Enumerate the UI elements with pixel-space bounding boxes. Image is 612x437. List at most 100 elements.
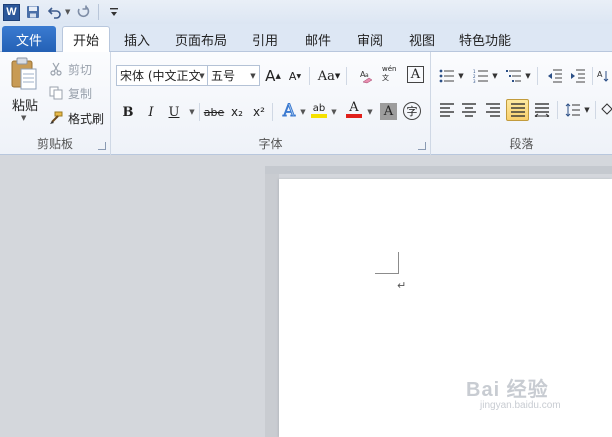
redo-icon[interactable] xyxy=(74,3,92,21)
format-painter-label: 格式刷 xyxy=(68,111,105,126)
undo-dropdown-icon[interactable]: ▼ xyxy=(65,8,70,16)
clear-formatting-icon: Aa xyxy=(360,70,373,84)
tab-mailings[interactable]: 邮件 xyxy=(298,26,338,52)
scissors-icon xyxy=(48,61,64,77)
font-launcher-icon[interactable] xyxy=(418,142,426,150)
clipboard-group-label: 剪贴板 xyxy=(36,137,73,151)
paste-dropdown-icon[interactable]: ▼ xyxy=(21,114,26,122)
line-spacing-dropdown-icon[interactable]: ▼ xyxy=(583,100,591,120)
bullets-dropdown-icon[interactable]: ▼ xyxy=(457,66,465,86)
save-icon[interactable] xyxy=(24,3,42,21)
document-page[interactable] xyxy=(279,179,612,437)
change-case-button[interactable]: Aa ▼ xyxy=(316,66,342,86)
highlight-color-bar xyxy=(311,113,327,118)
bold-button[interactable]: B xyxy=(118,102,138,122)
chevron-down-icon: ▼ xyxy=(250,71,256,80)
copy-button[interactable]: 复制 xyxy=(48,83,92,103)
line-spacing-icon xyxy=(565,103,580,117)
multilevel-list-button[interactable] xyxy=(504,66,524,86)
justify-button[interactable] xyxy=(506,99,529,121)
text-effects-dropdown-icon[interactable]: ▼ xyxy=(299,102,307,122)
paragraph-separator xyxy=(595,101,596,119)
watermark-url: jingyan.baidu.com xyxy=(480,400,561,411)
numbering-button[interactable]: 123 xyxy=(471,66,491,86)
tab-home[interactable]: 开始 xyxy=(62,26,110,53)
decrease-indent-icon xyxy=(548,69,562,83)
font-color-button[interactable]: A xyxy=(344,100,364,120)
font-group: 宋体 (中文正文 ▼ 五号 ▼ A ▲ A ▼ Aa ▼ Aa wén 文 A B I… xyxy=(111,52,431,155)
word-app-icon[interactable]: W xyxy=(3,3,20,21)
tab-page-layout[interactable]: 页面布局 xyxy=(171,26,231,52)
enclose-characters-button[interactable]: 字 xyxy=(403,102,421,120)
copy-icon xyxy=(48,85,64,101)
superscript-button[interactable]: x² xyxy=(249,102,269,122)
paste-icon[interactable] xyxy=(9,57,39,93)
underline-button[interactable]: U xyxy=(164,102,184,122)
cut-button[interactable]: 剪切 xyxy=(48,59,92,79)
align-center-button[interactable] xyxy=(459,100,479,120)
paragraph-separator xyxy=(537,67,538,85)
distributed-button[interactable] xyxy=(532,100,552,120)
paragraph-separator xyxy=(557,101,558,119)
subscript-button[interactable]: x₂ xyxy=(227,102,247,122)
multilevel-list-icon xyxy=(506,70,521,82)
align-left-button[interactable] xyxy=(437,100,457,120)
tab-file[interactable]: 文件 xyxy=(2,26,56,52)
paint-bucket-icon xyxy=(601,103,612,115)
svg-text:a: a xyxy=(365,72,369,79)
character-shading-button[interactable]: A xyxy=(380,103,397,120)
bullets-button[interactable] xyxy=(437,66,457,86)
tab-view[interactable]: 视图 xyxy=(402,26,442,52)
underline-dropdown-icon[interactable]: ▼ xyxy=(188,102,196,122)
tab-special-features[interactable]: 特色功能 xyxy=(453,26,517,52)
align-right-icon xyxy=(486,103,500,117)
character-border-button[interactable]: A xyxy=(407,66,424,83)
highlight-button[interactable]: ab xyxy=(309,100,329,120)
clipboard-group: 粘贴 ▼ 剪切 复制 格式刷 剪贴板 xyxy=(0,52,111,155)
highlight-dropdown-icon[interactable]: ▼ xyxy=(330,102,338,122)
font-family-select[interactable]: 宋体 (中文正文 ▼ xyxy=(116,65,209,86)
decrease-indent-button[interactable] xyxy=(545,66,565,86)
copy-label: 复制 xyxy=(68,86,93,101)
undo-icon[interactable] xyxy=(46,3,64,21)
italic-button[interactable]: I xyxy=(141,102,161,122)
tab-review[interactable]: 审阅 xyxy=(350,26,390,52)
phonetic-guide-button[interactable]: wén 文 xyxy=(382,64,404,84)
quick-access-toolbar: W ▼ xyxy=(0,0,612,24)
format-painter-icon xyxy=(48,110,64,126)
qat-separator xyxy=(98,4,100,20)
font-color-dropdown-icon[interactable]: ▼ xyxy=(366,102,374,122)
grow-font-button[interactable]: A ▲ xyxy=(263,66,283,86)
numbering-icon: 123 xyxy=(473,69,488,83)
paragraph-mark-icon: ↵ xyxy=(397,279,407,292)
paste-button[interactable]: 粘贴 xyxy=(12,95,38,114)
font-size-value: 五号 xyxy=(211,69,236,83)
multilevel-dropdown-icon[interactable]: ▼ xyxy=(524,66,532,86)
font-separator xyxy=(272,103,273,121)
line-spacing-button[interactable] xyxy=(563,100,583,120)
change-case-icon: Aa xyxy=(317,68,335,84)
font-separator xyxy=(346,67,347,85)
distributed-icon xyxy=(534,103,550,117)
sort-icon: A xyxy=(597,70,609,82)
justify-icon xyxy=(510,103,525,117)
strikethrough-button[interactable]: abe xyxy=(202,102,226,122)
paragraph-separator xyxy=(592,67,593,85)
sort-button[interactable]: A xyxy=(596,66,612,86)
font-size-select[interactable]: 五号 ▼ xyxy=(207,65,260,86)
page-top-shadow xyxy=(265,166,612,174)
tab-references[interactable]: 引用 xyxy=(245,26,285,52)
clipboard-launcher-icon[interactable] xyxy=(98,142,106,150)
format-painter-button[interactable]: 格式刷 xyxy=(48,108,104,128)
tab-insert[interactable]: 插入 xyxy=(116,26,158,52)
numbering-dropdown-icon[interactable]: ▼ xyxy=(491,66,499,86)
customize-toolbar-icon[interactable] xyxy=(105,3,123,21)
text-effects-button[interactable]: A xyxy=(279,101,299,122)
shrink-font-button[interactable]: A ▼ xyxy=(285,66,305,86)
increase-indent-button[interactable] xyxy=(568,66,588,86)
chevron-down-icon: ▼ xyxy=(199,71,205,80)
align-right-button[interactable] xyxy=(483,100,503,120)
font-family-value: 宋体 (中文正文 xyxy=(120,69,201,83)
shading-button[interactable] xyxy=(599,100,612,120)
clear-formatting-button[interactable]: Aa xyxy=(357,66,377,86)
